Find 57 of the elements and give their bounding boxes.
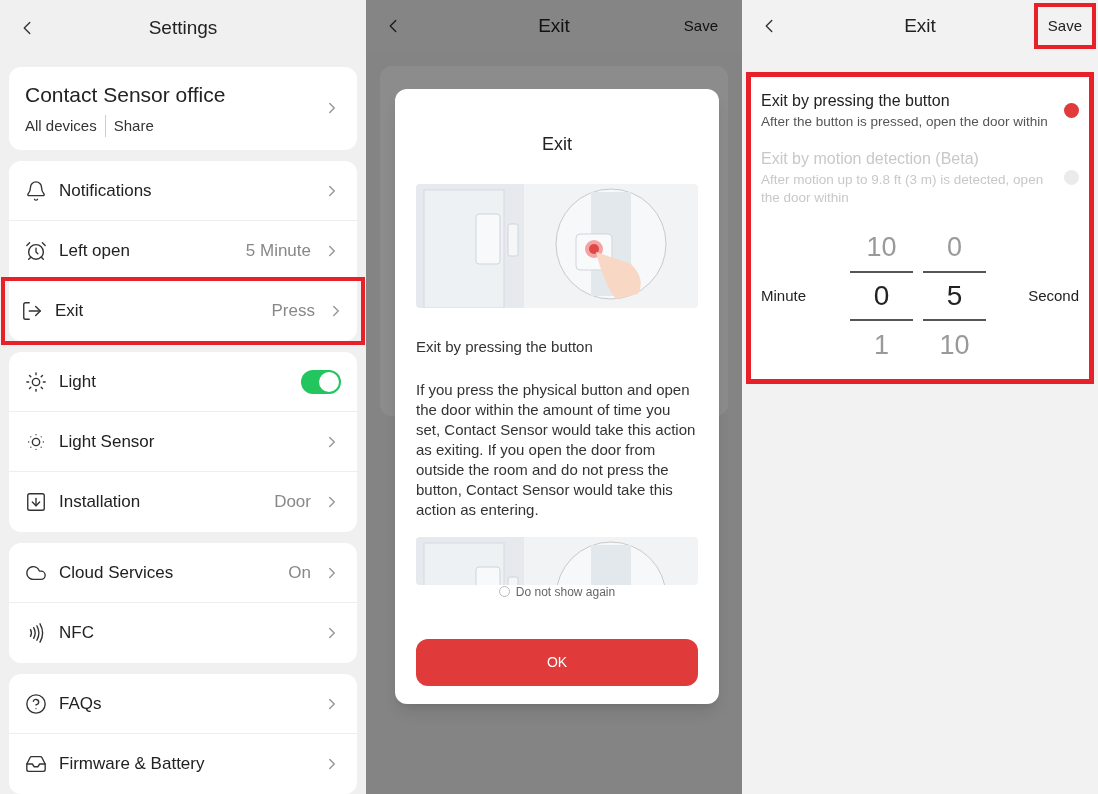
- settings-row[interactable]: Light Sensor: [9, 412, 357, 472]
- picker-label: Minute: [761, 285, 808, 306]
- device-card[interactable]: Contact Sensor office All devices Share: [9, 66, 357, 150]
- download-box-icon: [25, 491, 47, 513]
- device-link[interactable]: All devices: [25, 114, 97, 138]
- picker-value: 10: [866, 230, 897, 264]
- row-label: Firmware & Battery: [59, 753, 206, 776]
- picker-selected-value: 5: [923, 271, 986, 321]
- row-label: Light: [59, 370, 97, 393]
- dialog-subtitle: Exit by pressing the button: [416, 337, 594, 357]
- row-value: Door: [274, 491, 311, 514]
- picker-selected-value: 0: [850, 271, 913, 321]
- tray-icon: [25, 753, 47, 775]
- checkbox-label: Do not show again: [515, 583, 616, 601]
- settings-row[interactable]: Exit Press: [5, 281, 361, 341]
- row-label: NFC: [59, 622, 95, 645]
- picker-value: 10: [939, 328, 970, 362]
- alarm-clock-icon: [25, 239, 47, 262]
- row-label: Light Sensor: [59, 430, 156, 453]
- settings-row[interactable]: Installation Door: [9, 472, 357, 532]
- radio-button[interactable]: [498, 586, 510, 597]
- settings-row[interactable]: Left open 5 Minute: [9, 221, 357, 281]
- light-toggle[interactable]: [301, 369, 341, 394]
- dialog-body: If you press the physical button and open the door within the amount of time you set, Contact Sensor would take this action as exiting. If you open the door from outside the room and do not press the button, Contact Sensor would take this action as entering.: [416, 379, 697, 520]
- row-label: Exit: [55, 300, 85, 323]
- exit-option[interactable]: Exit by pressing the button After the button is pressed, open the door within: [761, 89, 1079, 131]
- row-label: Notifications: [59, 179, 153, 202]
- row-label: Left open: [59, 239, 131, 262]
- row-label: Installation: [59, 491, 142, 514]
- row-label: Cloud Services: [59, 561, 175, 584]
- settings-row[interactable]: NFC: [9, 603, 357, 663]
- bell-icon: [25, 179, 47, 202]
- screen-title: Settings: [148, 15, 218, 40]
- option-title: Exit by pressing the button: [761, 91, 951, 111]
- settings-row[interactable]: Notifications: [9, 161, 357, 221]
- device-name: Contact Sensor office: [25, 82, 227, 109]
- device-link[interactable]: Share: [104, 114, 154, 138]
- ok-button[interactable]: OK: [416, 638, 698, 686]
- picker-value: 1: [874, 328, 889, 362]
- option-description: After the button is pressed, open the door within: [761, 113, 1049, 131]
- row-value: On: [288, 561, 311, 584]
- time-picker[interactable]: Minute 10 0 1 0 5 10 Second: [761, 223, 1079, 369]
- exit-icon: [21, 300, 43, 322]
- row-value: Press: [271, 300, 315, 323]
- picker-label: Second: [1028, 285, 1079, 306]
- settings-row[interactable]: Cloud Services On: [9, 543, 357, 603]
- dialog-title: Exit: [541, 133, 573, 156]
- picker-value: 0: [947, 230, 962, 264]
- settings-row[interactable]: Firmware & Battery: [9, 734, 357, 794]
- row-value: 5 Minute: [245, 239, 311, 262]
- row-label: FAQs: [59, 692, 103, 715]
- settings-row[interactable]: FAQs: [9, 674, 357, 734]
- help-icon: [25, 692, 47, 715]
- save-button[interactable]: Save: [675, 10, 726, 42]
- screen-title: Exit: [538, 13, 570, 38]
- sun-icon: [25, 370, 47, 393]
- screen-title: Exit: [904, 13, 936, 38]
